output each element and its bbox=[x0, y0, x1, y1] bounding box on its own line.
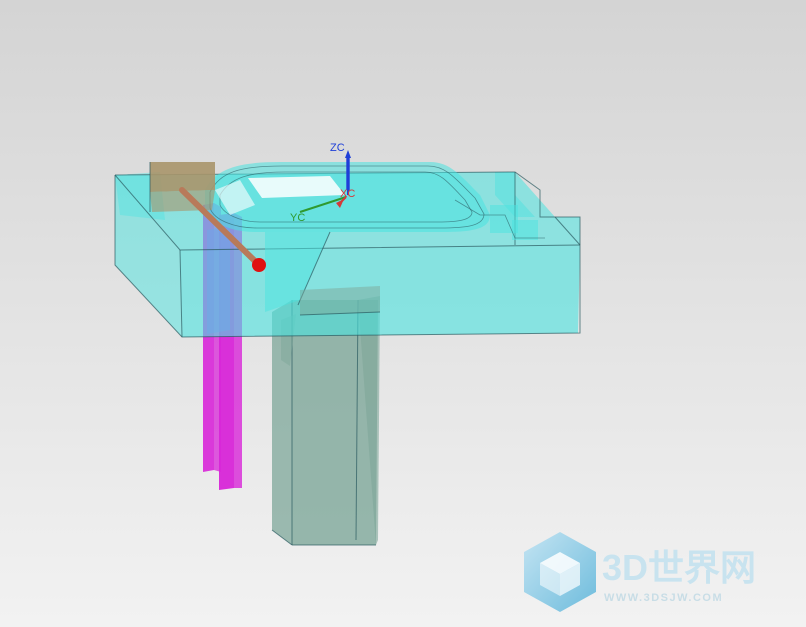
x-axis-label: XC bbox=[340, 188, 355, 200]
part-top-window bbox=[248, 176, 345, 198]
angle-lifter-block[interactable] bbox=[149, 162, 215, 212]
cad-viewport[interactable]: ZC YC XC 3D世界网 WWW.3DSJW.COM bbox=[0, 0, 806, 627]
watermark-title: 3D世界网 bbox=[602, 547, 756, 588]
watermark-url: WWW.3DSJW.COM bbox=[604, 592, 723, 604]
rod-end-marker[interactable] bbox=[252, 258, 266, 272]
cad-scene[interactable]: ZC YC XC 3D世界网 WWW.3DSJW.COM bbox=[0, 0, 806, 627]
z-axis-label: ZC bbox=[330, 142, 345, 154]
y-axis-label: YC bbox=[290, 212, 305, 224]
